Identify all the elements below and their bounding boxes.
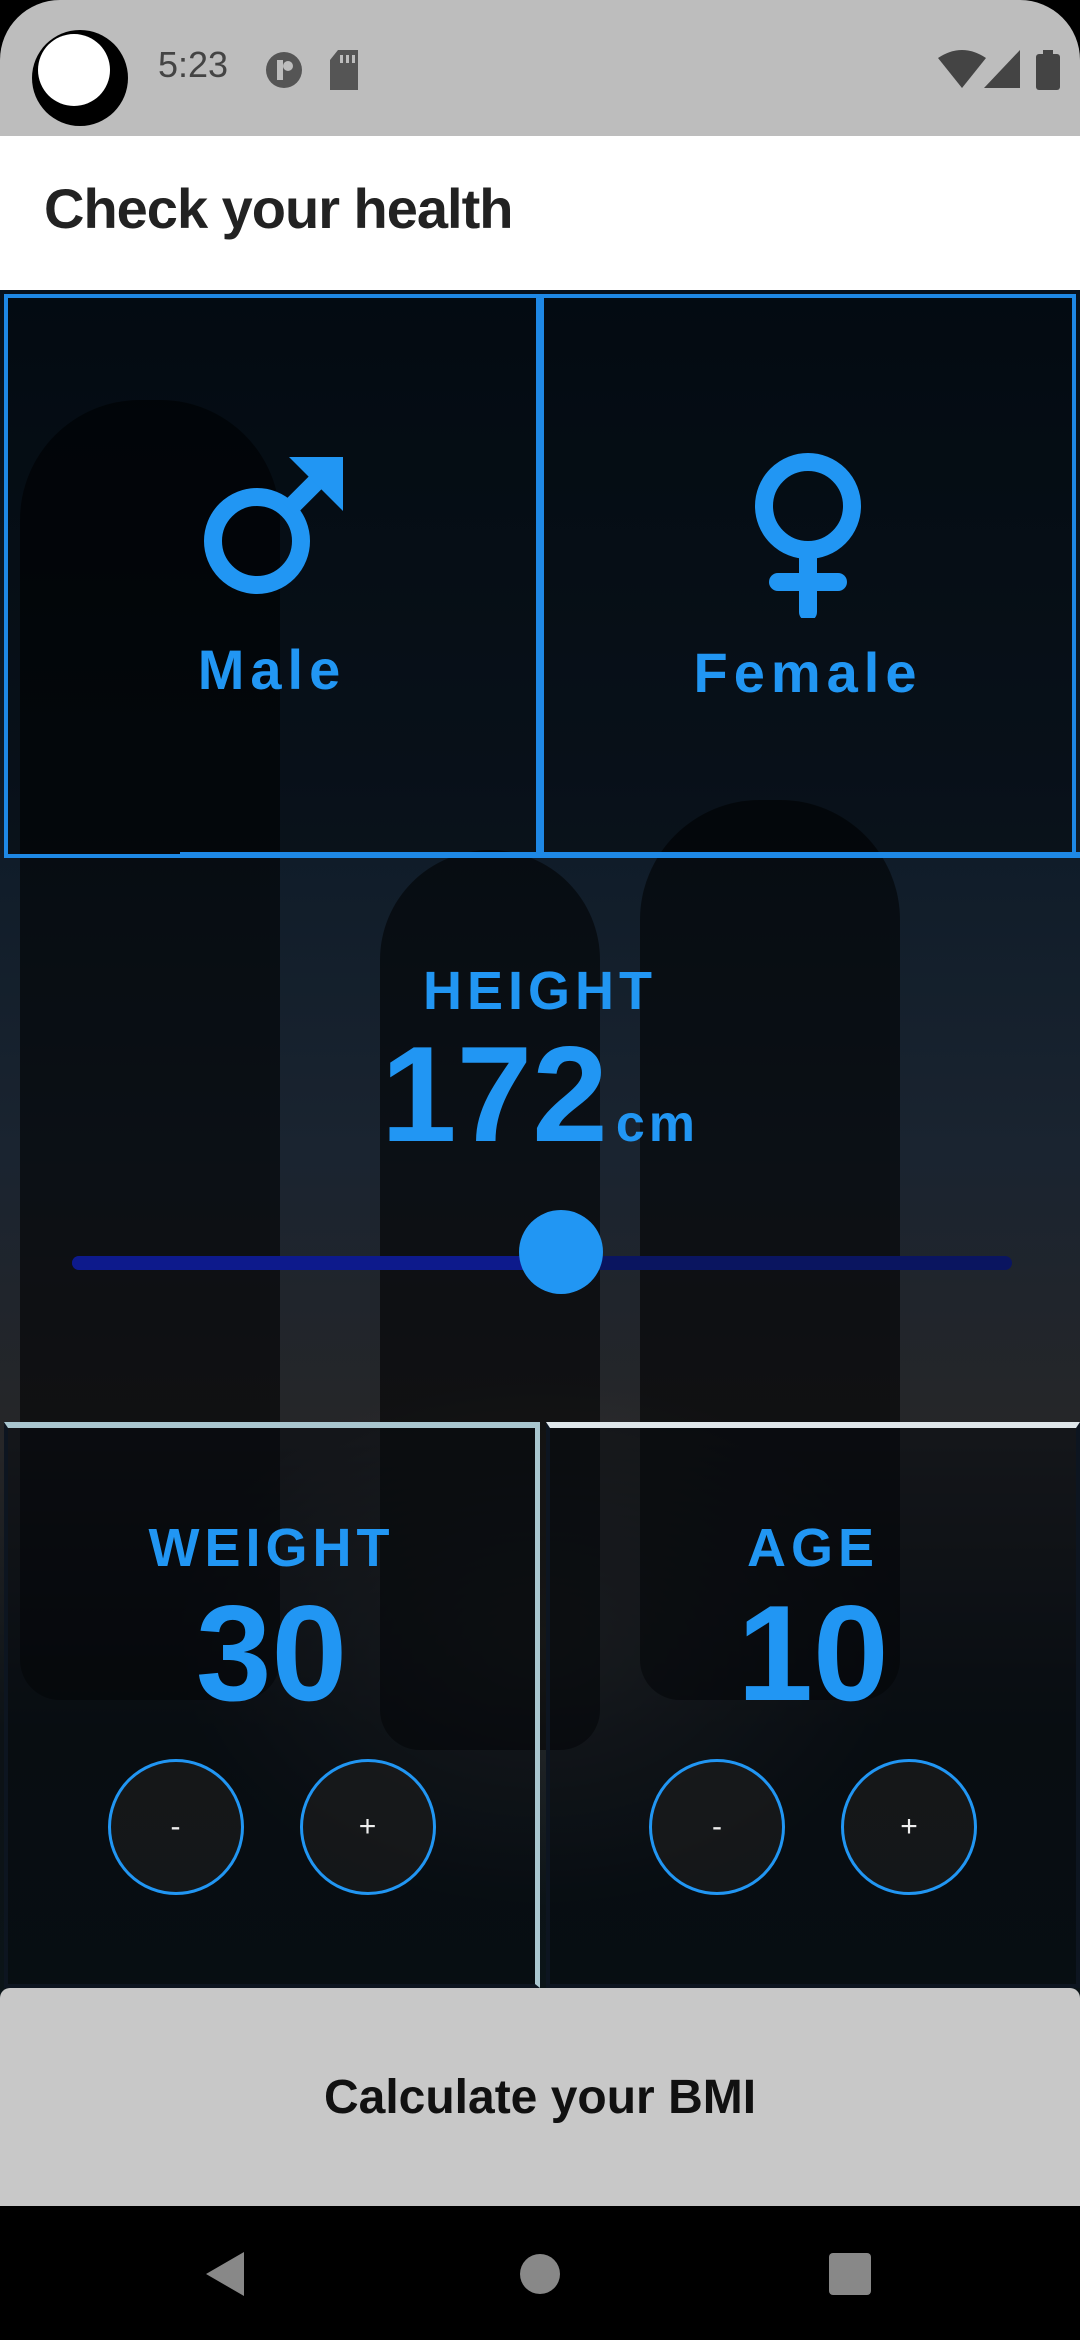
home-icon[interactable] — [520, 2254, 560, 2294]
weight-decrement-button[interactable]: - — [107, 1759, 244, 1895]
app-bar: Check your health — [0, 136, 1080, 290]
weight-increment-button[interactable]: + — [299, 1759, 436, 1895]
height-slider-thumb[interactable] — [518, 1210, 603, 1294]
status-bar: 5:23 — [0, 0, 1080, 136]
navigation-bar — [0, 2206, 1080, 2340]
battery-icon — [1036, 50, 1060, 90]
female-card[interactable]: Female — [540, 294, 1076, 858]
height-section: HEIGHT 172 cm — [0, 960, 1080, 1162]
female-symbol-icon — [755, 452, 861, 618]
recent-apps-icon[interactable] — [829, 2253, 871, 2295]
signal-icon — [984, 50, 1020, 88]
age-decrement-button[interactable]: - — [649, 1759, 785, 1895]
male-card[interactable]: Male — [4, 294, 540, 858]
moon-avatar-icon — [32, 30, 128, 126]
notification-icon — [266, 52, 302, 88]
calculate-bmi-label: Calculate your BMI — [323, 2070, 757, 2124]
status-time: 5:23 — [158, 44, 229, 85]
weight-value: 30 — [195, 1577, 348, 1729]
height-unit: cm — [615, 1095, 700, 1153]
weight-stepper: - + — [107, 1759, 436, 1895]
wifi-icon — [938, 50, 986, 88]
age-stepper: - + — [649, 1759, 977, 1895]
page-title: Check your health — [44, 177, 513, 240]
height-value: 172 — [380, 1018, 608, 1170]
weight-card: WEIGHT 30 - + — [4, 1422, 540, 1988]
back-icon[interactable] — [206, 2252, 244, 2296]
age-increment-button[interactable]: + — [841, 1759, 977, 1895]
male-symbol-icon — [204, 456, 343, 594]
male-label: Male — [197, 637, 347, 701]
height-display: 172 cm — [381, 1026, 699, 1162]
calculate-bmi-button[interactable]: Calculate your BMI — [0, 1988, 1080, 2206]
female-label: Female — [693, 640, 923, 704]
height-slider-active-track — [72, 1256, 561, 1270]
weight-label: WEIGHT — [148, 1518, 395, 1578]
age-card: AGE 10 - + — [546, 1422, 1080, 1988]
sd-card-icon — [330, 50, 358, 90]
age-value: 10 — [737, 1577, 889, 1729]
height-label: HEIGHT — [422, 961, 657, 1021]
age-label: AGE — [746, 1518, 880, 1578]
